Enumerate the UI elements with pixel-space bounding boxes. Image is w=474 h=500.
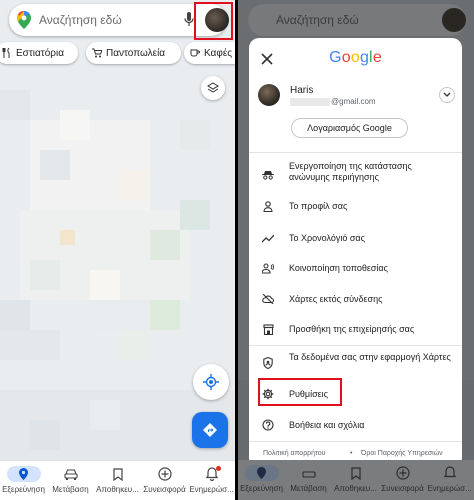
menu-item-label: Το Χρονολόγιό σας bbox=[289, 233, 365, 243]
timeline-icon bbox=[262, 232, 274, 244]
menu-item-location-sharing[interactable]: Κοινοποίηση τοποθεσίας bbox=[249, 260, 462, 276]
explore-pin-icon bbox=[257, 467, 266, 479]
nav-contribute[interactable]: Συνεισφορά bbox=[141, 461, 188, 500]
profile-avatar bbox=[442, 8, 466, 32]
menu-item-label: Χάρτες εκτός σύνδεσης bbox=[289, 294, 383, 304]
highlight-avatar-box bbox=[194, 2, 233, 40]
terms-of-service-link[interactable]: Όροι Παροχής Υπηρεσιών bbox=[361, 450, 443, 457]
map-screen: Αναζήτηση εδώ Εστιατόρια Παντοπωλεία Καφ… bbox=[0, 0, 235, 500]
menu-item-help[interactable]: Βοήθεια και σχόλια bbox=[249, 417, 462, 433]
store-icon bbox=[262, 323, 274, 335]
bell-icon bbox=[443, 466, 456, 478]
bookmark-icon bbox=[112, 467, 123, 481]
chip-label: Εστιατόρια bbox=[16, 47, 64, 59]
menu-screen: Αναζήτηση εδώ Google Haris @gmail.com Λο… bbox=[238, 0, 474, 500]
nav-label: Εξερεύνηση bbox=[240, 484, 283, 493]
menu-item-label: Προσθήκη της επιχείρησής σας bbox=[289, 324, 415, 334]
menu-item-label: Το προφίλ σας bbox=[289, 201, 348, 211]
nav-label: Εξερεύνηση bbox=[2, 485, 45, 494]
explore-pin-icon bbox=[19, 468, 28, 480]
dimmed-bottom-nav: Εξερεύνηση Μετάβαση Αποθηκευ... Συνεισφο… bbox=[238, 460, 474, 500]
nav-saved[interactable]: Αποθηκευ... bbox=[94, 461, 141, 500]
account-email-suffix: @gmail.com bbox=[331, 97, 376, 106]
my-location-button[interactable] bbox=[193, 364, 229, 400]
cart-icon bbox=[92, 48, 102, 58]
nav-label: Ενημερώσ... bbox=[427, 484, 472, 493]
chip-label: Καφές bbox=[204, 47, 233, 59]
nav-label: Αποθηκευ... bbox=[96, 485, 139, 494]
nav-explore[interactable]: Εξερεύνηση bbox=[0, 461, 47, 500]
nav-label: Ενημερώσ... bbox=[189, 485, 234, 494]
layers-icon bbox=[207, 82, 219, 93]
maps-pin-icon bbox=[17, 11, 31, 34]
notification-dot bbox=[216, 466, 221, 471]
location-share-icon bbox=[262, 262, 274, 274]
nav-updates[interactable]: Ενημερώσ... bbox=[188, 461, 235, 500]
account-avatar bbox=[258, 84, 280, 106]
divider bbox=[249, 345, 462, 346]
person-icon bbox=[262, 200, 274, 212]
directions-button[interactable] bbox=[192, 412, 228, 448]
menu-item-timeline[interactable]: Το Χρονολόγιό σας bbox=[249, 230, 462, 246]
nav-label: Μετάβαση bbox=[52, 485, 89, 494]
my-location-icon bbox=[203, 374, 219, 390]
google-account-button[interactable]: Λογαριασμός Google bbox=[291, 118, 408, 138]
nav-label: Συνεισφορά bbox=[143, 485, 186, 494]
incognito-icon bbox=[262, 169, 274, 181]
account-name: Haris bbox=[290, 85, 314, 96]
bottom-nav: Εξερεύνηση Μετάβαση Αποθηκευ... Συνεισφο… bbox=[0, 460, 235, 500]
search-placeholder: Αναζήτηση εδώ bbox=[39, 13, 122, 27]
nav-label: Αποθηκευ... bbox=[334, 484, 377, 493]
screen: Αναζήτηση εδώ Εστιατόρια Παντοπωλεία Καφ… bbox=[0, 0, 474, 500]
menu-item-profile[interactable]: Το προφίλ σας bbox=[249, 198, 462, 214]
chip-label: Παντοπωλεία bbox=[106, 47, 166, 59]
divider bbox=[249, 152, 462, 153]
menu-item-your-data[interactable]: Τα δεδομένα σας στην εφαρμογή Χάρτες bbox=[249, 350, 462, 376]
category-chips: Εστιατόρια Παντοπωλεία Καφές bbox=[0, 42, 235, 66]
nav-go[interactable]: Μετάβαση bbox=[47, 461, 94, 500]
privacy-policy-link[interactable]: Πολιτική απορρήτου bbox=[263, 450, 325, 457]
car-icon bbox=[63, 468, 78, 480]
chip-groceries[interactable]: Παντοπωλεία bbox=[86, 42, 181, 64]
nav-saved: Αποθηκευ... bbox=[332, 460, 379, 500]
chevron-down-icon bbox=[443, 92, 451, 97]
footer-separator: • bbox=[350, 450, 353, 457]
nav-label: Μετάβαση bbox=[290, 484, 327, 493]
coffee-icon bbox=[190, 49, 200, 57]
nav-contribute: Συνεισφορά bbox=[379, 460, 426, 500]
offline-cloud-icon bbox=[262, 293, 274, 305]
expand-accounts-button[interactable] bbox=[439, 87, 455, 103]
menu-item-incognito[interactable]: Ενεργοποίηση της κατάστασης ανώνυμης περ… bbox=[249, 160, 462, 188]
email-redaction bbox=[290, 97, 330, 106]
help-icon bbox=[262, 419, 274, 431]
chip-restaurants[interactable]: Εστιατόρια bbox=[0, 42, 78, 64]
menu-item-label: Ενεργοποίηση της κατάστασης ανώνυμης περ… bbox=[289, 161, 412, 182]
menu-item-offline-maps[interactable]: Χάρτες εκτός σύνδεσης bbox=[249, 291, 462, 307]
highlight-settings-box bbox=[258, 378, 342, 406]
plus-circle-icon bbox=[395, 466, 410, 480]
layers-button[interactable] bbox=[201, 76, 225, 100]
fork-knife-icon bbox=[2, 48, 10, 58]
menu-item-add-business[interactable]: Προσθήκη της επιχείρησής σας bbox=[249, 321, 462, 337]
account-email: @gmail.com bbox=[290, 97, 376, 106]
search-placeholder: Αναζήτηση εδώ bbox=[276, 13, 359, 27]
nav-label: Συνεισφορά bbox=[381, 484, 424, 493]
directions-icon bbox=[203, 423, 217, 437]
chip-coffee[interactable]: Καφές bbox=[184, 42, 235, 64]
nav-explore: Εξερεύνηση bbox=[238, 460, 285, 500]
menu-item-label: Βοήθεια και σχόλια bbox=[289, 420, 365, 430]
google-logo: Google bbox=[329, 49, 382, 66]
nav-updates: Ενημερώσ... bbox=[426, 460, 473, 500]
shield-icon bbox=[262, 357, 274, 369]
car-icon bbox=[301, 470, 316, 478]
dimmed-search-bar: Αναζήτηση εδώ bbox=[248, 4, 466, 36]
divider bbox=[249, 441, 462, 442]
menu-item-label: Κοινοποίηση τοποθεσίας bbox=[289, 263, 388, 273]
nav-go: Μετάβαση bbox=[285, 460, 332, 500]
menu-item-label: Τα δεδομένα σας στην εφαρμογή Χάρτες bbox=[289, 352, 451, 362]
plus-circle-icon bbox=[157, 467, 172, 481]
mic-icon[interactable] bbox=[184, 12, 194, 32]
bookmark-icon bbox=[350, 466, 361, 480]
